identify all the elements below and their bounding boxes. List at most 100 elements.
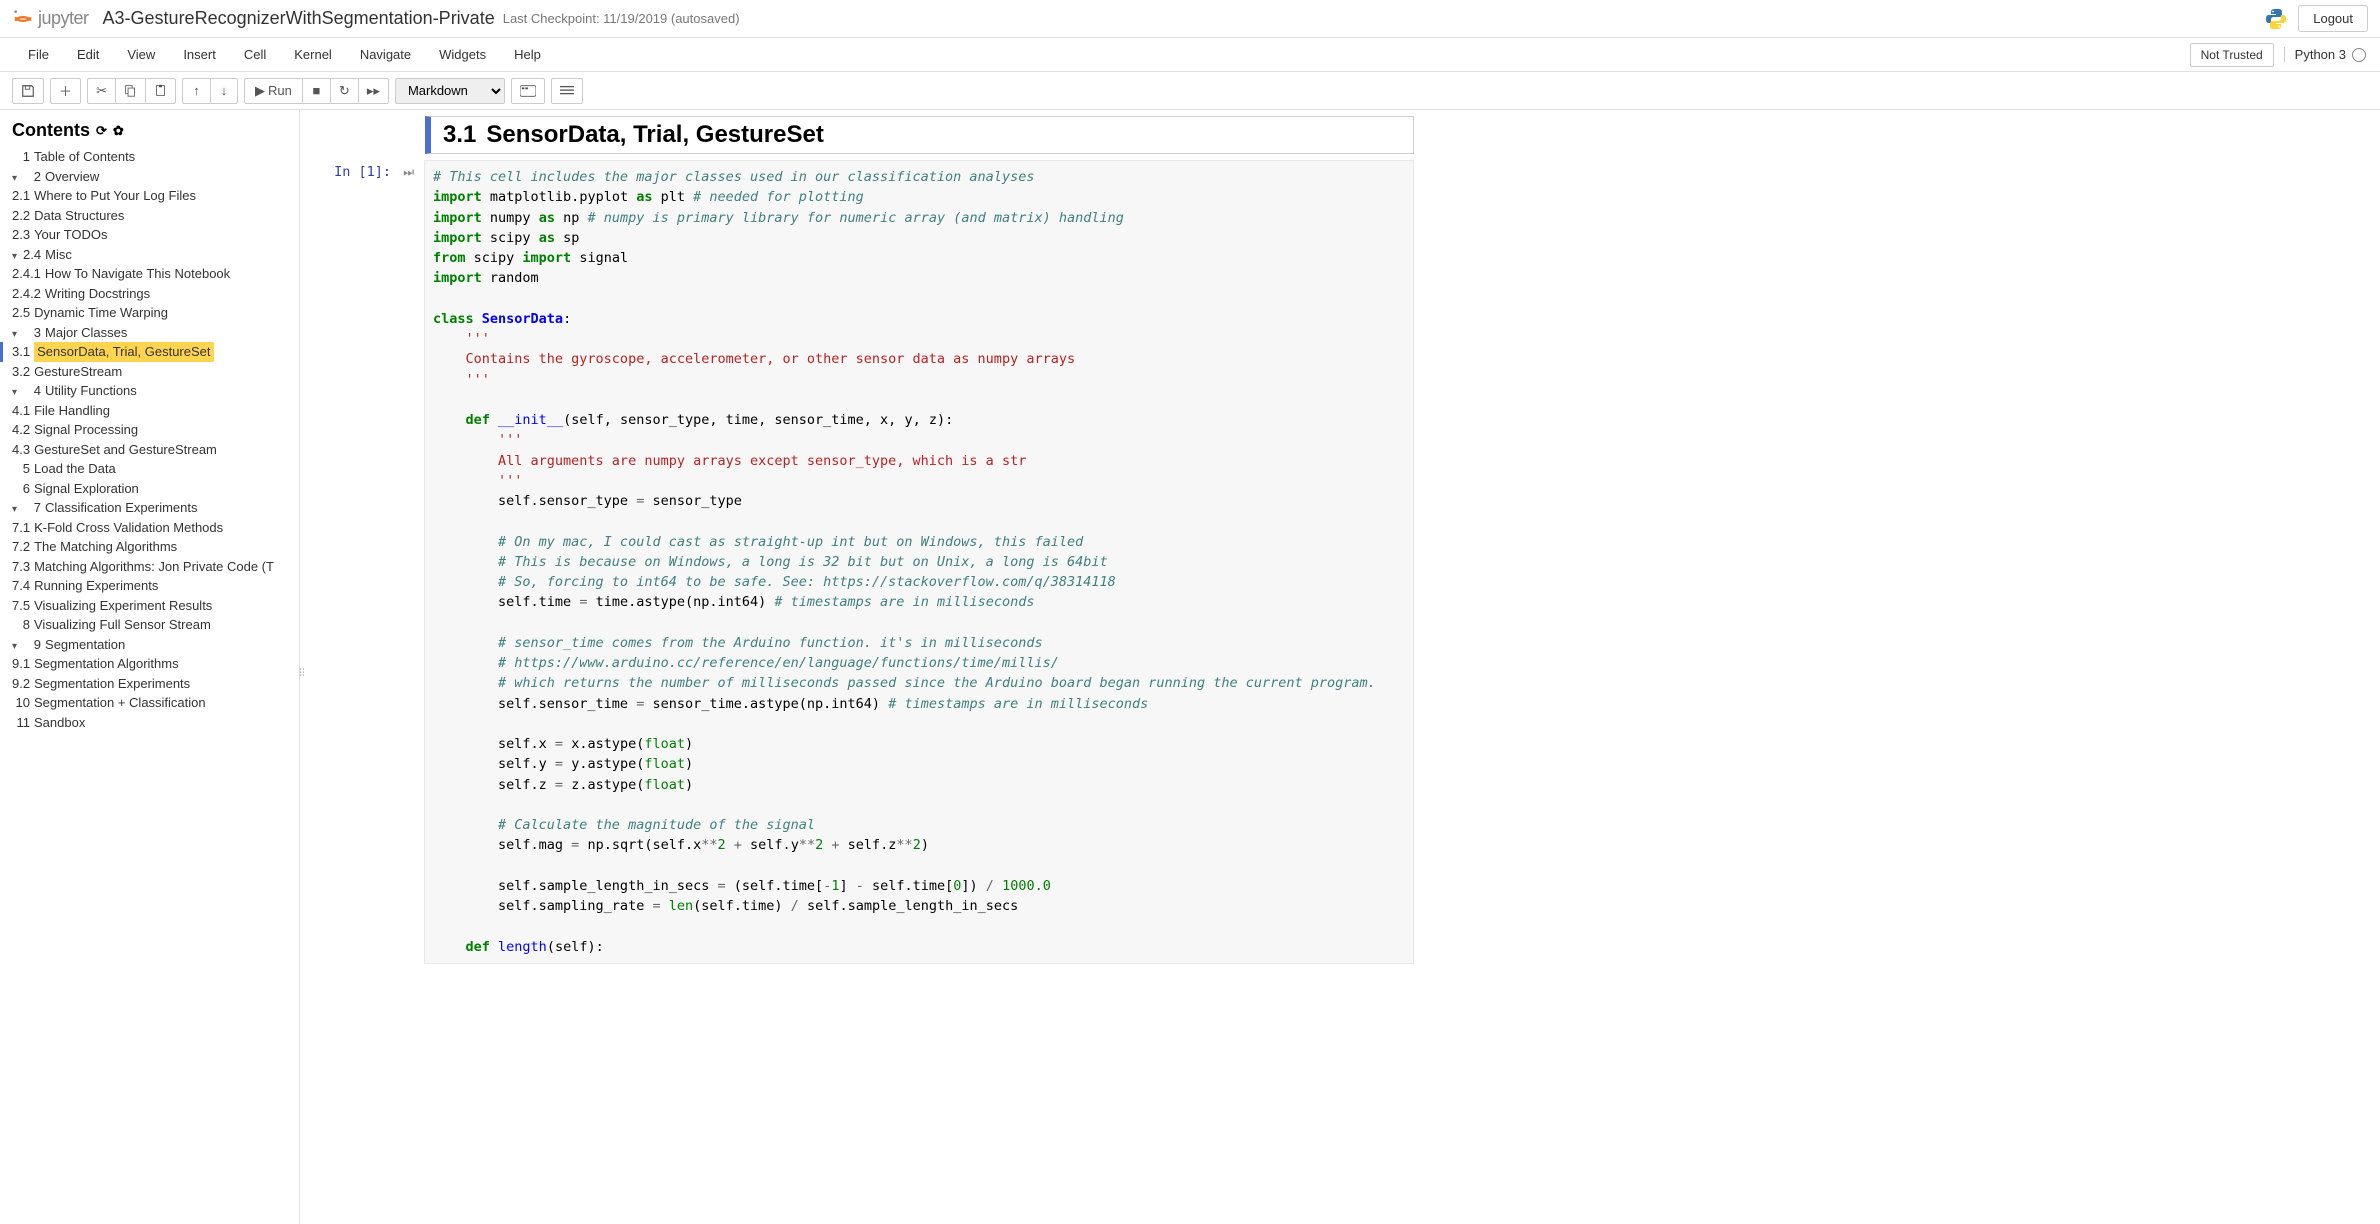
toc-item[interactable]: 7.5Visualizing Experiment Results — [12, 596, 291, 616]
toc-link[interactable]: Writing Docstrings — [45, 284, 150, 304]
move-up-button[interactable]: ↑ — [182, 78, 210, 104]
toc-item[interactable]: 11Sandbox — [12, 713, 291, 733]
menu-kernel[interactable]: Kernel — [280, 41, 346, 68]
toc-item[interactable]: 2.2Data Structures — [12, 206, 291, 226]
toc-link[interactable]: Where to Put Your Log Files — [34, 186, 196, 206]
toc-item[interactable]: 9.1Segmentation Algorithms — [12, 654, 291, 674]
chevron-down-icon[interactable]: ▾ — [12, 385, 17, 400]
toc-link[interactable]: How To Navigate This Notebook — [45, 264, 230, 284]
toc-item[interactable]: ▾3Major Classes — [12, 323, 291, 343]
markdown-cell[interactable]: 3.1SensorData, Trial, GestureSet — [334, 116, 1414, 154]
chevron-down-icon[interactable]: ▾ — [12, 249, 17, 264]
sidebar-hscroll[interactable] — [12, 1206, 288, 1224]
copy-button[interactable] — [115, 78, 145, 104]
menu-insert[interactable]: Insert — [169, 41, 230, 68]
toc-item[interactable]: ▾2Overview — [12, 167, 291, 187]
toc-link[interactable]: Sandbox — [34, 713, 85, 733]
menu-edit[interactable]: Edit — [63, 41, 113, 68]
toc-item[interactable]: ▾9Segmentation — [12, 635, 291, 655]
toc-item[interactable]: 2.3Your TODOs — [12, 225, 291, 245]
interrupt-button[interactable]: ■ — [302, 78, 330, 104]
toc-item[interactable]: 2.4.2Writing Docstrings — [12, 284, 291, 304]
command-palette-button[interactable] — [511, 78, 545, 104]
chevron-down-icon[interactable]: ▾ — [12, 171, 17, 186]
toc-link[interactable]: Utility Functions — [45, 381, 137, 401]
toc-link[interactable]: Signal Processing — [34, 420, 138, 440]
toc-item[interactable]: 9.2Segmentation Experiments — [12, 674, 291, 694]
menu-view[interactable]: View — [113, 41, 169, 68]
restart-button[interactable]: ↻ — [330, 78, 358, 104]
toc-item[interactable]: 7.1K-Fold Cross Validation Methods — [12, 518, 291, 538]
toc-link[interactable]: Segmentation Experiments — [34, 674, 190, 694]
toc-link[interactable]: GestureSet and GestureStream — [34, 440, 217, 460]
toc-item[interactable]: 4.3GestureSet and GestureStream — [12, 440, 291, 460]
cut-button[interactable]: ✂ — [87, 78, 115, 104]
toc-link[interactable]: Load the Data — [34, 459, 116, 479]
toc-link[interactable]: SensorData, Trial, GestureSet — [34, 342, 213, 362]
toc-link[interactable]: The Matching Algorithms — [34, 537, 177, 557]
toc-item[interactable]: 7.4Running Experiments — [12, 576, 291, 596]
jupyter-logo[interactable]: jupyter — [12, 8, 89, 30]
toc-link[interactable]: Matching Algorithms: Jon Private Code (T — [34, 557, 274, 577]
toc-link[interactable]: Misc — [45, 245, 72, 265]
toc-link[interactable]: Segmentation Algorithms — [34, 654, 179, 674]
toc-settings-icon[interactable]: ✿ — [113, 123, 124, 139]
menu-cell[interactable]: Cell — [230, 41, 280, 68]
notebook-title[interactable]: A3-GestureRecognizerWithSegmentation-Pri… — [103, 8, 495, 29]
add-cell-button[interactable]: ＋ — [50, 78, 81, 104]
toc-item[interactable]: 2.4.1How To Navigate This Notebook — [12, 264, 291, 284]
toc-link[interactable]: Major Classes — [45, 323, 127, 343]
toc-item[interactable]: 2.1Where to Put Your Log Files — [12, 186, 291, 206]
toc-link[interactable]: Dynamic Time Warping — [34, 303, 168, 323]
step-forward-icon[interactable]: ⏭ — [403, 165, 414, 179]
toc-link[interactable]: Signal Exploration — [34, 479, 139, 499]
toc-link[interactable]: Table of Contents — [34, 147, 135, 167]
toc-item[interactable]: 3.2GestureStream — [12, 362, 291, 382]
cell-type-select[interactable]: Markdown — [395, 78, 505, 104]
toc-link[interactable]: GestureStream — [34, 362, 122, 382]
toc-link[interactable]: Segmentation + Classification — [34, 693, 206, 713]
toc-link[interactable]: Data Structures — [34, 206, 124, 226]
chevron-down-icon[interactable]: ▾ — [12, 639, 17, 654]
code-input-area[interactable]: # This cell includes the major classes u… — [424, 160, 1414, 964]
menu-widgets[interactable]: Widgets — [425, 41, 500, 68]
chevron-down-icon[interactable]: ▾ — [12, 327, 17, 342]
toc-link[interactable]: Visualizing Experiment Results — [34, 596, 212, 616]
toc-link[interactable]: Segmentation — [45, 635, 125, 655]
toc-link[interactable]: Classification Experiments — [45, 498, 197, 518]
toc-link[interactable]: Your TODOs — [34, 225, 107, 245]
toc-item[interactable]: 7.2The Matching Algorithms — [12, 537, 291, 557]
toc-link[interactable]: File Handling — [34, 401, 110, 421]
toc-item[interactable]: 7.3Matching Algorithms: Jon Private Code… — [12, 557, 291, 577]
toc-link[interactable]: Overview — [45, 167, 99, 187]
toc-link[interactable]: K-Fold Cross Validation Methods — [34, 518, 223, 538]
run-button[interactable]: ▶ Run — [244, 78, 302, 104]
menu-file[interactable]: File — [14, 41, 63, 68]
toc-item[interactable]: ▾7Classification Experiments — [12, 498, 291, 518]
toc-item[interactable]: 4.1File Handling — [12, 401, 291, 421]
toc-item[interactable]: ▾2.4Misc — [12, 245, 291, 265]
save-button[interactable] — [12, 78, 44, 104]
toc-item[interactable]: 4.2Signal Processing — [12, 420, 291, 440]
chevron-down-icon[interactable]: ▾ — [12, 502, 17, 517]
toc-item[interactable]: 6Signal Exploration — [12, 479, 291, 499]
kernel-indicator[interactable]: Python 3 — [2284, 47, 2366, 62]
paste-button[interactable] — [145, 78, 176, 104]
toc-toggle-button[interactable] — [551, 78, 583, 104]
toc-item[interactable]: 2.5Dynamic Time Warping — [12, 303, 291, 323]
menu-navigate[interactable]: Navigate — [346, 41, 425, 68]
toc-item[interactable]: ▾4Utility Functions — [12, 381, 291, 401]
code-cell[interactable]: In [1]: ⏭ # This cell includes the major… — [334, 160, 1414, 964]
toc-item[interactable]: 8Visualizing Full Sensor Stream — [12, 615, 291, 635]
toc-link[interactable]: Visualizing Full Sensor Stream — [34, 615, 211, 635]
toc-item[interactable]: 10Segmentation + Classification — [12, 693, 291, 713]
restart-run-all-button[interactable]: ▸▸ — [358, 78, 389, 104]
trust-indicator[interactable]: Not Trusted — [2190, 43, 2274, 67]
menu-help[interactable]: Help — [500, 41, 555, 68]
notebook-area[interactable]: 3.1SensorData, Trial, GestureSet In [1]:… — [304, 110, 2380, 1224]
toc-item[interactable]: 5Load the Data — [12, 459, 291, 479]
logout-button[interactable]: Logout — [2298, 5, 2368, 32]
toc-item[interactable]: 1Table of Contents — [12, 147, 291, 167]
move-down-button[interactable]: ↓ — [210, 78, 238, 104]
toc-item[interactable]: 3.1SensorData, Trial, GestureSet — [12, 342, 291, 362]
